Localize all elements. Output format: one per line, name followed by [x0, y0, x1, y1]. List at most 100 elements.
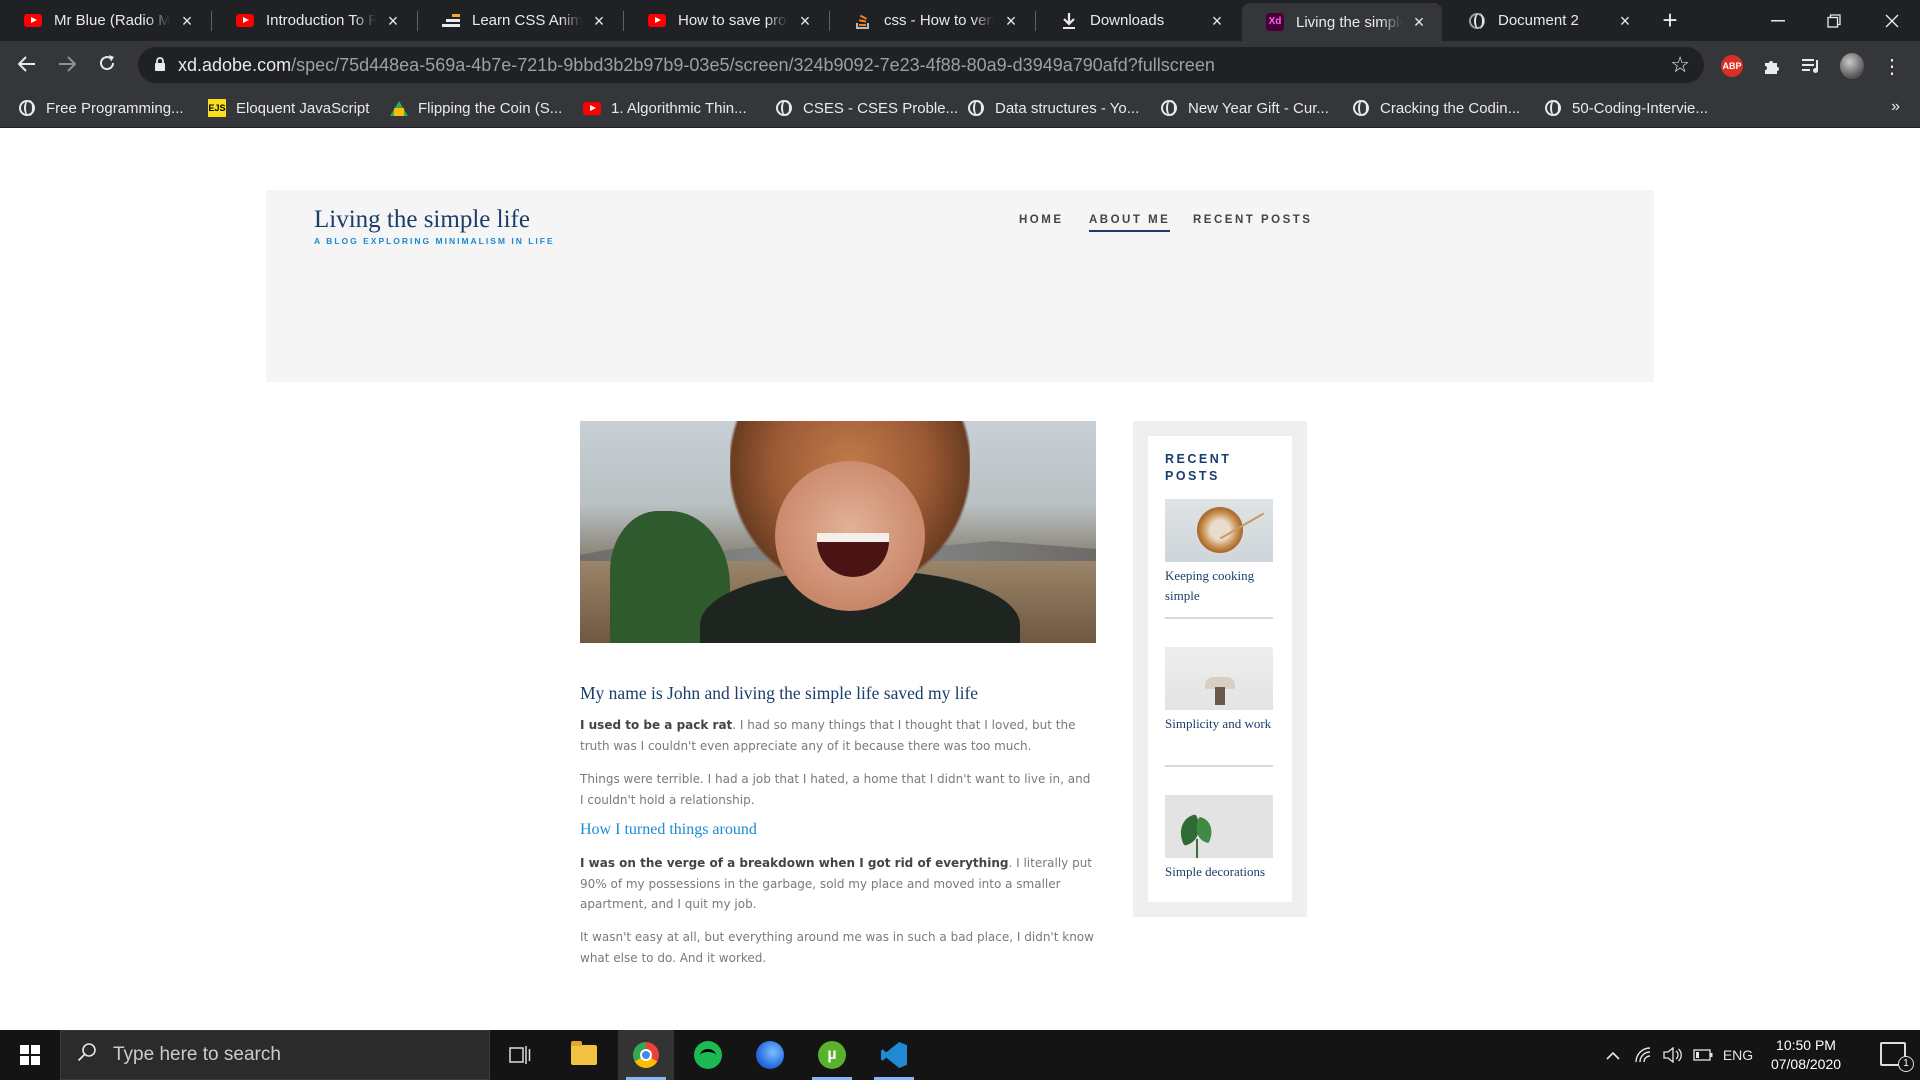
globe-icon [1160, 99, 1178, 117]
media-queue-icon[interactable] [1800, 54, 1824, 78]
bookmark-free-programming[interactable]: Free Programming... [18, 97, 184, 119]
site-title[interactable]: Living the simple life [314, 206, 530, 234]
bookmark-eloquent-javascript[interactable]: EJS Eloquent JavaScript [208, 97, 369, 119]
language-indicator[interactable]: ENG [1720, 1030, 1756, 1080]
close-icon[interactable]: × [1410, 13, 1428, 31]
tab-title: Living the simple life [1296, 13, 1402, 31]
wifi-icon[interactable] [1630, 1030, 1656, 1080]
back-button[interactable] [12, 50, 42, 80]
css-tricks-icon [442, 12, 460, 30]
download-icon [1060, 12, 1078, 30]
tab-title: Document 2 [1498, 12, 1579, 29]
restore-button[interactable] [1806, 0, 1862, 41]
tab-title: css - How to vertically [884, 12, 994, 29]
windows-taskbar: Type here to search µ ENG 10:50 PM 07/08… [0, 1030, 1920, 1080]
bookmark-star-icon[interactable]: ☆ [1670, 52, 1690, 78]
close-icon[interactable]: × [1616, 12, 1634, 30]
nav-recent-posts[interactable]: RECENT POSTS [1193, 214, 1312, 226]
close-icon[interactable]: × [178, 12, 196, 30]
tab-how-to-save[interactable]: How to save protected × [624, 0, 828, 41]
post-link-work[interactable]: Simplicity and work [1165, 714, 1275, 734]
adblock-plus-icon[interactable]: ABP [1720, 54, 1744, 78]
post-link-cooking[interactable]: Keeping cooking simple [1165, 566, 1275, 606]
tab-title: Learn CSS Animation [472, 12, 582, 29]
post-thumbnail-cooking[interactable] [1165, 499, 1273, 562]
stackoverflow-icon [854, 12, 872, 30]
close-icon[interactable]: × [384, 12, 402, 30]
browser-toolbar: xd.adobe.com/spec/75d448ea-569a-4b7e-721… [0, 41, 1920, 88]
web-page: Living the simple life A BLOG EXPLORING … [0, 128, 1920, 1030]
divider [1165, 765, 1273, 767]
notification-count-badge: 1 [1898, 1056, 1914, 1072]
bookmark-cses[interactable]: CSES - CSES Proble... [775, 97, 958, 119]
utorrent-icon[interactable]: µ [804, 1030, 860, 1080]
nav-home[interactable]: HOME [1019, 214, 1064, 226]
article-paragraph: It wasn't easy at all, but everything ar… [580, 930, 1094, 965]
bookmarks-bar: Free Programming... EJS Eloquent JavaScr… [0, 88, 1920, 128]
adobe-xd-icon: Xd [1266, 13, 1284, 31]
bookmark-flipping-the-coin[interactable]: Flipping the Coin (S... [390, 97, 562, 119]
article-paragraph: I used to be a pack rat. I had so many t… [580, 718, 1076, 753]
ejs-icon: EJS [208, 99, 226, 117]
file-explorer-icon[interactable] [556, 1030, 612, 1080]
url-text: xd.adobe.com/spec/75d448ea-569a-4b7e-721… [178, 55, 1215, 75]
close-icon[interactable]: × [1208, 12, 1226, 30]
new-tab-button[interactable]: + [1656, 6, 1684, 34]
tab-title: Downloads [1090, 12, 1165, 29]
tab-living-the-simple-life[interactable]: Xd Living the simple life × [1242, 3, 1442, 41]
tab-document-2[interactable]: Document 2 × [1444, 0, 1648, 41]
divider [1165, 617, 1273, 619]
post-link-decorations[interactable]: Simple decorations [1165, 862, 1275, 882]
bookmark-data-structures[interactable]: Data structures - Yo... [967, 97, 1139, 119]
sidebar-title: RECENT POSTS [1165, 452, 1232, 483]
globe-icon [775, 99, 793, 117]
article-paragraph: I was on the verge of a breakdown when I… [580, 856, 1093, 911]
more-bookmarks-button[interactable]: » [1891, 98, 1900, 116]
forward-button[interactable] [52, 50, 82, 80]
close-window-button[interactable] [1864, 0, 1920, 41]
volume-icon[interactable] [1660, 1030, 1686, 1080]
youtube-icon [236, 12, 254, 30]
tab-strip: Mr Blue (Radio Mix) × Introduction To Re… [0, 0, 1920, 41]
close-icon[interactable]: × [1002, 12, 1020, 30]
tab-introduction-to-react[interactable]: Introduction To React × [212, 0, 416, 41]
post-thumbnail-work[interactable] [1165, 647, 1273, 710]
tab-mr-blue[interactable]: Mr Blue (Radio Mix) × [0, 0, 210, 41]
recent-posts-sidebar: RECENT POSTS Keeping cooking simple Simp… [1133, 421, 1307, 917]
battery-icon[interactable] [1690, 1030, 1716, 1080]
close-icon[interactable]: × [796, 12, 814, 30]
bookmark-50-coding-interview[interactable]: 50-Coding-Intervie... [1544, 97, 1708, 119]
nav-about-me[interactable]: ABOUT ME [1089, 214, 1171, 232]
bookmark-new-year-gift[interactable]: New Year Gift - Cur... [1160, 97, 1329, 119]
hero-image [580, 421, 1096, 643]
tab-title: Mr Blue (Radio Mix) [54, 12, 170, 29]
tab-learn-css-animation[interactable]: Learn CSS Animation × [418, 0, 622, 41]
show-hidden-icons-chevron-icon[interactable] [1600, 1030, 1626, 1080]
system-clock[interactable]: 10:50 PM 07/08/2020 [1764, 1036, 1848, 1074]
lock-icon [154, 57, 166, 77]
bookmark-cracking-the-coding[interactable]: Cracking the Codin... [1352, 97, 1520, 119]
chrome-icon[interactable] [618, 1030, 674, 1080]
google-drive-icon [390, 99, 408, 117]
taskbar-search[interactable]: Type here to search [60, 1030, 490, 1080]
start-button[interactable] [0, 1030, 60, 1080]
task-view-icon[interactable] [492, 1030, 548, 1080]
bookmark-algorithmic-thinking[interactable]: 1. Algorithmic Thin... [583, 97, 747, 119]
globe-icon [1352, 99, 1370, 117]
tab-downloads[interactable]: Downloads × [1036, 0, 1240, 41]
extensions-puzzle-icon[interactable] [1760, 54, 1784, 78]
tab-title: Introduction To React [266, 12, 376, 29]
close-icon[interactable]: × [590, 12, 608, 30]
post-thumbnail-decorations[interactable] [1165, 795, 1273, 858]
globe-icon [1544, 99, 1562, 117]
reload-button[interactable] [92, 50, 122, 80]
tab-css-vertically[interactable]: css - How to vertically × [830, 0, 1034, 41]
chrome-menu-icon[interactable]: ⋮ [1880, 54, 1904, 78]
minimize-button[interactable] [1750, 0, 1806, 41]
profile-avatar[interactable] [1840, 53, 1864, 79]
firefox-icon[interactable] [742, 1030, 798, 1080]
vscode-icon[interactable] [866, 1030, 922, 1080]
tab-title: How to save protected [678, 12, 788, 29]
spotify-icon[interactable] [680, 1030, 736, 1080]
address-bar[interactable]: xd.adobe.com/spec/75d448ea-569a-4b7e-721… [138, 47, 1704, 83]
